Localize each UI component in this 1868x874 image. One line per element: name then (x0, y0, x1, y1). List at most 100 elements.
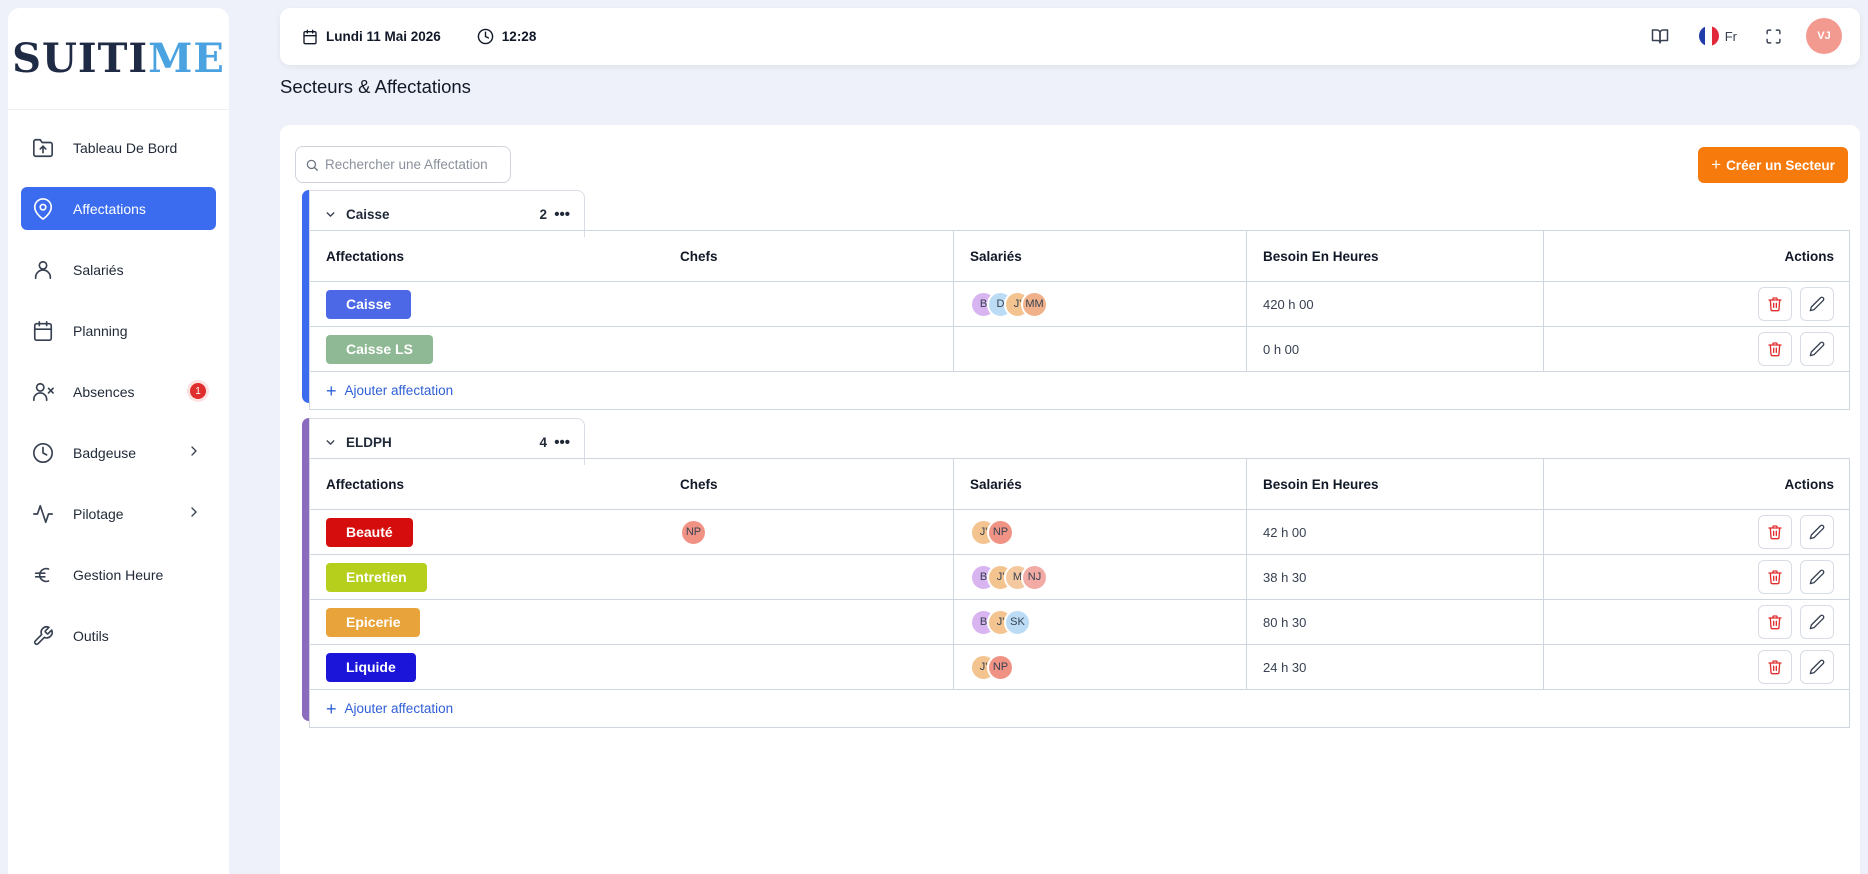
delete-button[interactable] (1758, 332, 1792, 366)
affectation-tag[interactable]: Caisse (326, 289, 412, 319)
plus-icon: + (1711, 155, 1722, 174)
sidebar-item-planning[interactable]: Planning (21, 309, 216, 352)
column-header: Affectations (326, 248, 405, 264)
pencil-icon (1809, 524, 1825, 540)
more-options-icon[interactable]: ••• (554, 206, 570, 223)
book-icon[interactable] (1651, 27, 1669, 45)
edit-button[interactable] (1800, 605, 1834, 639)
sidebar-item-label: Salariés (73, 261, 124, 278)
user-x-icon (31, 380, 55, 404)
actions-cell (1544, 282, 1849, 326)
chefs-cell: NP (664, 510, 954, 554)
add-affectation-label: Ajouter affectation (344, 701, 454, 716)
hours-cell: 42 h 00 (1247, 510, 1544, 554)
create-sector-label: Créer un Secteur (1726, 157, 1835, 173)
hours-cell: 420 h 00 (1247, 282, 1544, 326)
table-row: Entretien B J' M NJ 38 h 30 (310, 555, 1849, 600)
absences-badge: 1 (190, 383, 206, 399)
affectation-tag[interactable]: Beauté (326, 517, 413, 547)
sidebar-item-affectations[interactable]: Affectations (21, 187, 216, 230)
affectation-cell: Caisse LS (310, 327, 664, 371)
sidebar-item-pilotage[interactable]: Pilotage (21, 492, 216, 535)
sector-count: 4 (539, 434, 547, 450)
clock-icon (31, 441, 55, 465)
hours-cell: 38 h 30 (1247, 555, 1544, 599)
sidebar-item-absences[interactable]: Absences 1 (21, 370, 216, 413)
table-row: Caisse LS 0 h 00 (310, 327, 1849, 372)
edit-button[interactable] (1800, 332, 1834, 366)
hours-value: 0 h 00 (1263, 341, 1300, 357)
chefs-cell (664, 555, 954, 599)
search-box[interactable] (295, 146, 511, 183)
affectation-cell: Entretien (310, 555, 664, 599)
salarie-avatar[interactable]: NP (987, 518, 1014, 546)
time-display: 12:28 (477, 28, 536, 45)
fullscreen-icon[interactable] (1765, 28, 1782, 45)
pencil-icon (1809, 614, 1825, 630)
search-icon (306, 159, 318, 171)
affectation-tag[interactable]: Entretien (326, 562, 427, 592)
edit-button[interactable] (1800, 287, 1834, 321)
calendar-icon (303, 29, 317, 44)
affectation-cell: Epicerie (310, 600, 664, 644)
user-avatar[interactable]: VJ (1806, 18, 1842, 54)
affectation-tag[interactable]: Epicerie (326, 607, 421, 637)
affectations-table: Affectations Chefs Salariés Besoin En Heure… (309, 230, 1850, 410)
calendar-icon (31, 319, 55, 343)
affectation-tag[interactable]: Liquide (326, 652, 416, 682)
salarie-avatar[interactable]: MM (1021, 290, 1048, 318)
logo-text: SUITIME (12, 35, 225, 82)
hours-value: 42 h 00 (1263, 524, 1307, 540)
salaries-cell: B D J' MM (954, 282, 1247, 326)
sidebar-item-salaries[interactable]: Salariés (21, 248, 216, 291)
sidebar-item-outils[interactable]: Outils (21, 614, 216, 657)
chevron-down-icon[interactable] (324, 436, 337, 449)
chefs-cell (664, 645, 954, 689)
salarie-avatar[interactable]: SK (1004, 608, 1031, 636)
sidebar-item-label: Absences (73, 383, 135, 400)
delete-button[interactable] (1758, 560, 1792, 594)
language-selector[interactable]: Fr (1698, 26, 1737, 46)
column-header: Salariés (954, 231, 1247, 281)
salarie-avatar[interactable]: NJ (1021, 563, 1048, 591)
sidebar-item-tableau-de-bord[interactable]: Tableau De Bord (21, 126, 216, 169)
hours-cell: 80 h 30 (1247, 600, 1544, 644)
add-affectation-button[interactable]: + Ajouter affectation (310, 372, 1849, 409)
more-options-icon[interactable]: ••• (554, 434, 570, 451)
affectation-cell: Liquide (310, 645, 664, 689)
sector-eldph: ELDPH 4 ••• Affectations Chefs Salariés Besoin… (302, 418, 1850, 728)
hours-cell: 24 h 30 (1247, 645, 1544, 689)
delete-button[interactable] (1758, 515, 1792, 549)
chevron-right-icon (186, 504, 202, 520)
edit-button[interactable] (1800, 650, 1834, 684)
table-row: Caisse B D J' MM 420 h 00 (310, 282, 1849, 327)
affectation-tag[interactable]: Caisse LS (326, 334, 433, 364)
affectations-table: Affectations Chefs Salariés Besoin En Heure… (309, 458, 1850, 728)
date-text: Lundi 11 Mai 2026 (326, 29, 441, 44)
trash-icon (1767, 296, 1783, 312)
create-sector-button[interactable]: + Créer un Secteur (1698, 147, 1848, 183)
edit-button[interactable] (1800, 560, 1834, 594)
sidebar-item-gestion-heure[interactable]: Gestion Heure (21, 553, 216, 596)
sector-color-bar (302, 418, 309, 721)
pencil-icon (1809, 296, 1825, 312)
sidebar-item-badgeuse[interactable]: Badgeuse (21, 431, 216, 474)
sector-name: Caisse (346, 206, 390, 222)
sidebar-item-label: Badgeuse (73, 444, 137, 461)
delete-button[interactable] (1758, 287, 1792, 321)
delete-button[interactable] (1758, 650, 1792, 684)
main-content: + Créer un Secteur Caisse 2 ••• Affectation… (280, 125, 1860, 874)
logo[interactable]: SUITIME (8, 8, 229, 110)
salarie-avatar[interactable]: NP (987, 653, 1014, 681)
search-input[interactable] (325, 157, 495, 172)
delete-button[interactable] (1758, 605, 1792, 639)
chevron-down-icon[interactable] (324, 208, 337, 221)
page-title: Secteurs & Affectations (280, 76, 471, 97)
add-affectation-button[interactable]: + Ajouter affectation (310, 690, 1849, 727)
chef-avatar[interactable]: NP (680, 518, 707, 546)
table-header: Affectations Chefs Salariés Besoin En Heure… (310, 231, 1849, 282)
edit-button[interactable] (1800, 515, 1834, 549)
table-row: Liquide J' NP 24 h 30 (310, 645, 1849, 690)
sector-color-bar (302, 190, 309, 403)
plus-icon: + (326, 698, 337, 719)
